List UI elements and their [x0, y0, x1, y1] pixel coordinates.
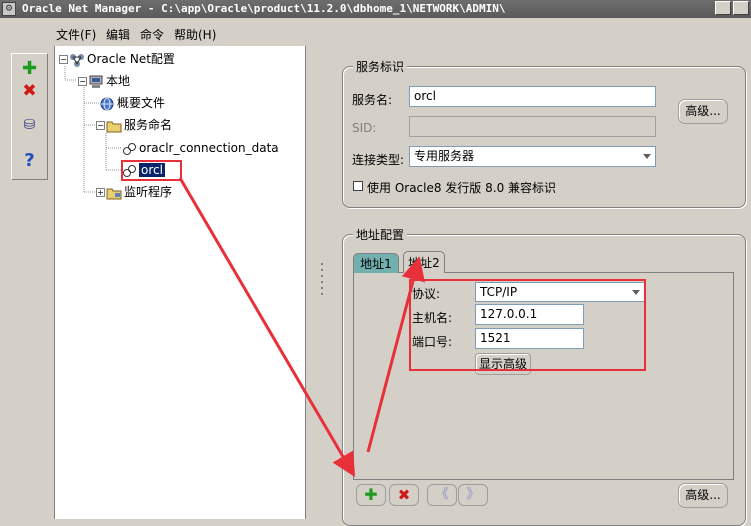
add-icon: ✚	[364, 485, 378, 504]
folder-icon	[106, 119, 122, 133]
collapse-icon[interactable]: −	[96, 121, 105, 130]
collapse-icon[interactable]: −	[59, 55, 68, 64]
annotation-box-tree	[121, 160, 182, 181]
tree-profile-label: 概要文件	[117, 96, 166, 110]
menu-edit[interactable]: 编辑	[106, 26, 130, 43]
delete-address-button[interactable]: ✖	[389, 484, 419, 506]
tree-local[interactable]: − 本地	[78, 72, 130, 92]
prev-address-button[interactable]: 《	[427, 484, 457, 506]
menu-command[interactable]: 命令	[140, 26, 164, 43]
address-config-title: 地址配置	[353, 226, 408, 243]
service-icon	[121, 142, 137, 156]
next-address-button[interactable]: 》	[458, 484, 488, 506]
connection-type-value: 专用服务器	[414, 149, 475, 163]
tree-root[interactable]: − Oracle Net配置	[59, 50, 175, 70]
advanced-button[interactable]: 高级...	[678, 99, 728, 124]
test-icon[interactable]: ⛁	[12, 114, 47, 136]
app-icon: ⚙	[2, 2, 16, 16]
chevron-down-icon	[643, 154, 651, 159]
minimize-button[interactable]	[715, 1, 731, 15]
computer-icon	[88, 75, 104, 89]
help-icon[interactable]: ?	[12, 150, 47, 172]
expand-icon[interactable]: +	[96, 188, 105, 197]
add-icon[interactable]: ✚	[12, 58, 47, 80]
menu-help[interactable]: 帮助(H)	[174, 26, 216, 43]
sid-input[interactable]	[409, 116, 656, 137]
splitter-handle[interactable]	[310, 46, 334, 519]
collapse-icon[interactable]: −	[78, 77, 87, 86]
network-icon	[69, 53, 85, 67]
chevron-right-icon: 》	[466, 487, 480, 502]
tree-listeners-label: 监听程序	[124, 185, 173, 199]
address-advanced-button[interactable]: 高级...	[678, 483, 728, 508]
compat-checkbox-label: 使用 Oracle8 发行版 8.0 兼容标识	[367, 181, 557, 195]
tree-service-naming-label: 服务命名	[124, 118, 173, 132]
tree-root-label: Oracle Net配置	[87, 52, 175, 66]
tab-address-2[interactable]: 地址2	[403, 251, 445, 273]
service-name-label: 服务名:	[352, 93, 393, 107]
service-name-input[interactable]: orcl	[409, 86, 656, 107]
maximize-button[interactable]	[733, 1, 749, 15]
annotation-box-address	[409, 279, 646, 371]
add-address-button[interactable]: ✚	[356, 484, 386, 506]
navigator-tree: − Oracle Net配置 − 本地 概要文件 − 服务命名 oraclr_c…	[54, 46, 306, 519]
chevron-left-icon: 《	[435, 487, 449, 502]
delete-icon[interactable]: ✖	[12, 80, 47, 102]
sid-label: SID:	[352, 121, 377, 135]
tree-profile[interactable]: 概要文件	[99, 94, 165, 114]
tree-listeners[interactable]: + 监听程序	[96, 183, 172, 203]
connection-type-select[interactable]: 专用服务器	[409, 146, 656, 167]
tree-service-naming[interactable]: − 服务命名	[96, 116, 172, 136]
tree-service-item[interactable]: oraclr_connection_data	[121, 139, 279, 159]
service-id-title: 服务标识	[353, 58, 408, 75]
globe-icon	[99, 97, 115, 111]
tree-service-item-label: oraclr_connection_data	[139, 141, 279, 155]
delete-icon: ✖	[397, 486, 411, 504]
menu-file[interactable]: 文件(F)	[56, 26, 96, 43]
tree-local-label: 本地	[106, 74, 131, 88]
connection-type-label: 连接类型:	[352, 153, 405, 167]
listener-folder-icon	[106, 186, 122, 200]
compat-checkbox[interactable]	[353, 181, 363, 191]
window-title: Oracle Net Manager - C:\app\Oracle\produ…	[22, 2, 506, 15]
tab-address-1[interactable]: 地址1	[353, 253, 399, 273]
tool-strip: ✚ ✖ ⛁ ?	[11, 53, 48, 180]
